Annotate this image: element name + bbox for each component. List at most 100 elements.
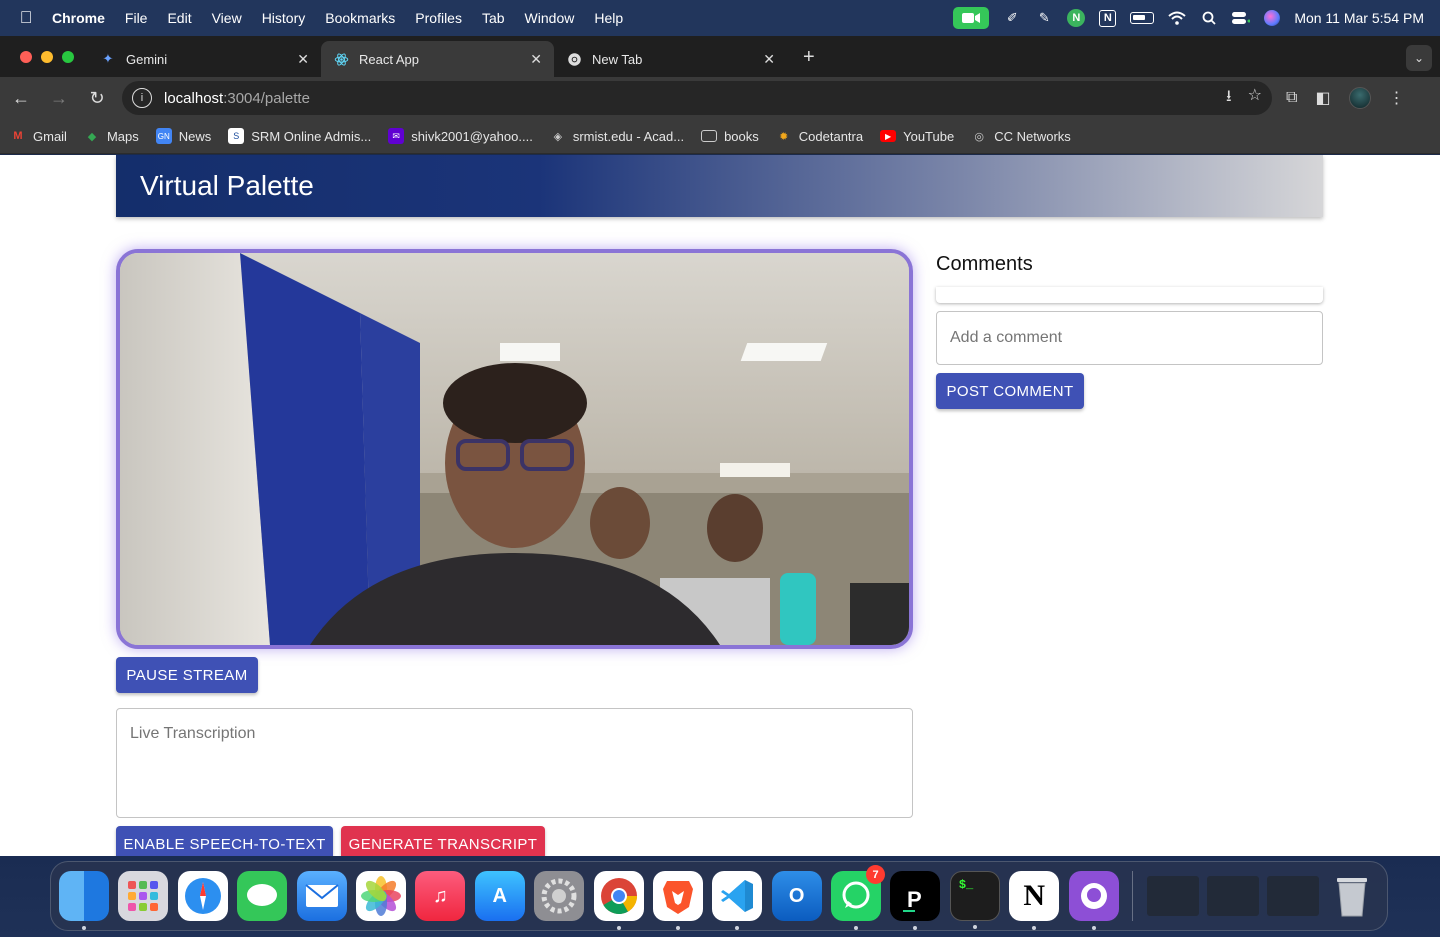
- site-info-icon[interactable]: i: [132, 88, 152, 108]
- live-transcription-field[interactable]: [116, 708, 913, 818]
- forward-arrow-icon[interactable]: →: [42, 81, 76, 115]
- spotlight-search-icon[interactable]: [1200, 10, 1218, 26]
- close-tab-icon[interactable]: ✕: [530, 51, 542, 68]
- menu-window[interactable]: Window: [525, 10, 575, 26]
- menu-tab[interactable]: Tab: [482, 10, 505, 26]
- back-arrow-icon[interactable]: ←: [4, 81, 38, 115]
- address-bar[interactable]: i localhost:3004/palette ⭳ ☆: [122, 81, 1272, 115]
- page-title: Virtual Palette: [140, 170, 314, 201]
- minimized-window-thumbnail[interactable]: [1207, 876, 1260, 916]
- webcam-video-stream[interactable]: [116, 249, 913, 649]
- control-center-icon[interactable]: [1232, 10, 1251, 26]
- reload-icon[interactable]: ↻: [80, 81, 114, 115]
- bookmark-maps[interactable]: ◆ Maps: [84, 128, 139, 144]
- trash-icon[interactable]: [1327, 871, 1377, 921]
- bookmark-srmist[interactable]: ◈ srmist.edu - Acad...: [550, 128, 685, 144]
- side-panel-icon[interactable]: ◧: [1315, 88, 1330, 108]
- close-tab-icon[interactable]: ✕: [297, 51, 309, 68]
- bookmark-codetantra[interactable]: ✹ Codetantra: [776, 128, 863, 144]
- minimize-window-button[interactable]: [41, 51, 53, 63]
- menu-file[interactable]: File: [125, 10, 148, 26]
- tab-title: Gemini: [126, 51, 168, 67]
- battery-icon[interactable]: [1130, 12, 1155, 24]
- brave-icon[interactable]: [652, 871, 703, 930]
- tab-new-tab[interactable]: New Tab ✕: [554, 41, 787, 77]
- music-icon[interactable]: ♫: [415, 871, 466, 921]
- tab-react-app[interactable]: React App ✕: [321, 41, 554, 77]
- url-path: :3004/palette: [223, 89, 310, 107]
- facetime-video-icon[interactable]: [953, 7, 990, 29]
- mail-icon[interactable]: [296, 871, 347, 921]
- menu-app-name[interactable]: Chrome: [52, 10, 105, 26]
- script-icon[interactable]: ✐: [1003, 10, 1021, 26]
- globe-icon: ◎: [974, 130, 984, 143]
- google-chrome-icon[interactable]: [593, 871, 644, 930]
- extensions-puzzle-icon[interactable]: ⧉: [1286, 89, 1297, 107]
- add-comment-field[interactable]: [936, 311, 1323, 365]
- github-desktop-icon[interactable]: [1068, 871, 1119, 930]
- close-tab-icon[interactable]: ✕: [763, 51, 775, 68]
- bookmarks-bar: M Gmail ◆ Maps GN News S SRM Online Admis...…: [0, 119, 1440, 154]
- menu-profiles[interactable]: Profiles: [415, 10, 462, 26]
- messages-icon[interactable]: [237, 871, 288, 921]
- dock-separator: [1132, 871, 1134, 921]
- wifi-icon[interactable]: [1168, 10, 1186, 26]
- tab-title: React App: [359, 51, 419, 67]
- profile-avatar[interactable]: [1348, 87, 1371, 109]
- launchpad-icon[interactable]: [118, 871, 169, 921]
- bookmark-youtube[interactable]: ▶ YouTube: [880, 129, 954, 144]
- whatsapp-badge: 7: [866, 865, 886, 884]
- menu-edit[interactable]: Edit: [167, 10, 191, 26]
- bookmark-gmail[interactable]: M Gmail: [10, 128, 67, 144]
- srm-icon: S: [228, 128, 245, 144]
- whatsapp-icon[interactable]: 7: [831, 865, 886, 930]
- react-icon: [333, 51, 349, 67]
- menu-bookmarks[interactable]: Bookmarks: [325, 10, 395, 26]
- vscode-icon[interactable]: [712, 871, 763, 930]
- svg-text:P: P: [907, 887, 922, 912]
- close-window-button[interactable]: [20, 51, 32, 63]
- tab-search-chevron-icon[interactable]: ⌄: [1406, 45, 1432, 71]
- maximize-window-button[interactable]: [62, 51, 74, 63]
- siri-icon[interactable]: [1264, 10, 1281, 26]
- app-store-icon[interactable]: A: [474, 871, 525, 921]
- bookmark-books-folder[interactable]: books: [701, 129, 759, 144]
- pause-stream-button[interactable]: PAUSE STREAM: [116, 657, 258, 693]
- menu-history[interactable]: History: [262, 10, 306, 26]
- web-page: Virtual Palette PAUSE STREAM Live Transc…: [0, 155, 1440, 856]
- system-settings-icon[interactable]: [534, 871, 585, 921]
- bookmark-yahoo-mail[interactable]: ✉ shivk2001@yahoo....: [388, 128, 533, 144]
- notion-icon[interactable]: N: [1009, 871, 1060, 930]
- generate-transcript-button[interactable]: GENERATE TRANSCRIPT: [341, 826, 545, 856]
- terminal-icon[interactable]: $_: [949, 871, 1000, 929]
- bookmark-cc-networks[interactable]: ◎ CC Networks: [971, 128, 1070, 144]
- bookmark-news[interactable]: GN News: [155, 128, 211, 144]
- safari-icon[interactable]: [177, 871, 228, 921]
- nordvpn-icon[interactable]: N: [1067, 9, 1086, 27]
- menu-clock[interactable]: Mon 11 Mar 5:54 PM: [1294, 10, 1424, 26]
- tab-gemini[interactable]: ✦ Gemini ✕: [88, 41, 321, 77]
- finder-icon[interactable]: [59, 871, 109, 930]
- new-tab-button[interactable]: +: [803, 46, 815, 77]
- notion-menu-icon[interactable]: N: [1099, 9, 1117, 27]
- apple-menu-icon[interactable]: : [0, 8, 52, 28]
- url-host: localhost: [164, 89, 224, 107]
- pycharm-icon[interactable]: P: [890, 871, 941, 930]
- minimized-window-thumbnail[interactable]: [1267, 876, 1320, 916]
- bookmark-label: Gmail: [33, 128, 67, 144]
- enable-speech-to-text-button[interactable]: ENABLE SPEECH-TO-TEXT: [116, 826, 333, 856]
- install-app-icon[interactable]: ⭳: [1226, 85, 1232, 112]
- comments-list: [936, 287, 1323, 303]
- menu-help[interactable]: Help: [594, 10, 623, 26]
- menu-view[interactable]: View: [212, 10, 242, 26]
- outlook-icon[interactable]: O: [771, 871, 822, 921]
- pen-icon[interactable]: ✎: [1035, 10, 1053, 26]
- post-comment-button[interactable]: POST COMMENT: [936, 373, 1084, 409]
- chrome-menu-icon[interactable]: ⋮: [1389, 88, 1405, 108]
- photos-icon[interactable]: [355, 871, 406, 921]
- bookmark-srm-admission[interactable]: S SRM Online Admis...: [228, 128, 371, 144]
- minimized-window-thumbnail[interactable]: [1147, 876, 1200, 916]
- browser-toolbar: ← → ↻ i localhost:3004/palette ⭳ ☆ ⧉ ◧ ⋮: [0, 77, 1440, 119]
- menu-bar:  Chrome File Edit View History Bookmark…: [0, 0, 1440, 36]
- bookmark-star-icon[interactable]: ☆: [1248, 85, 1262, 112]
